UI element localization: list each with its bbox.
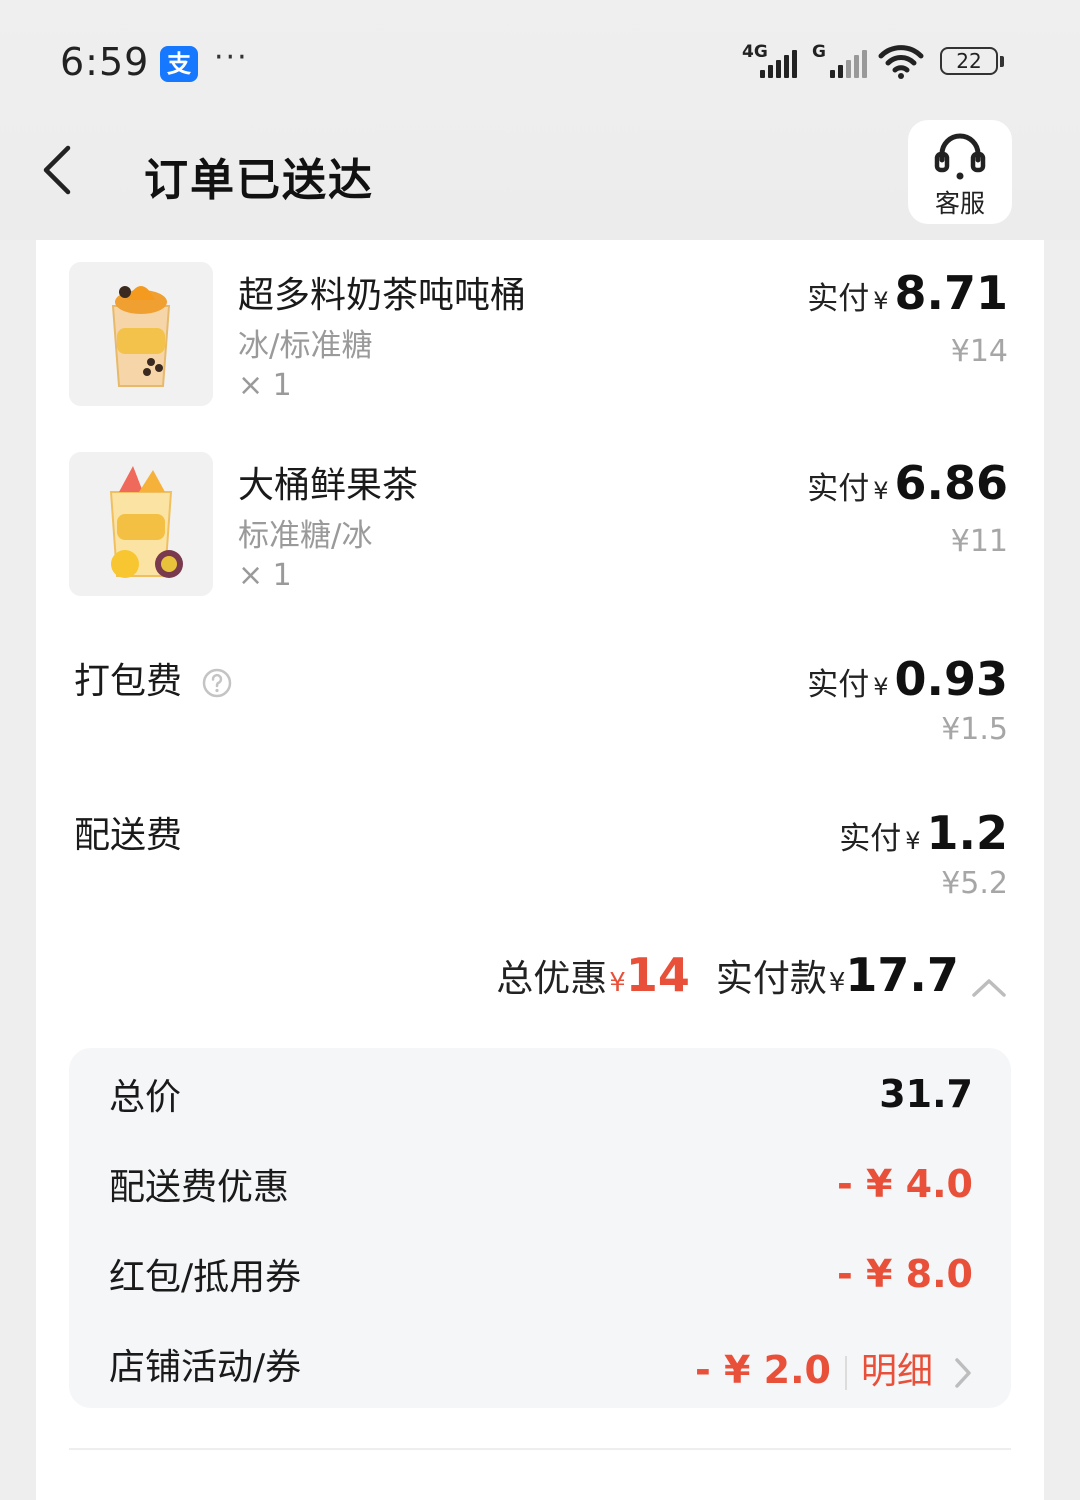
product-name: 大桶鲜果茶 bbox=[238, 465, 419, 506]
breakdown-row-delivery-discount: 配送费优惠 - ¥ 4.0 bbox=[109, 1162, 973, 1208]
signal-strength-icon bbox=[760, 50, 797, 78]
help-icon[interactable] bbox=[201, 667, 233, 699]
chevron-up-icon[interactable] bbox=[970, 975, 1008, 999]
delivery-fee-original: ¥5.2 bbox=[941, 866, 1008, 901]
product-image bbox=[69, 262, 213, 406]
headset-icon bbox=[934, 133, 986, 180]
store-promo-amount: - ¥ 2.0 bbox=[694, 1348, 831, 1392]
product-spec: 标准糖/冰 bbox=[238, 518, 373, 554]
total-discount-label: 总优惠 bbox=[496, 957, 608, 1000]
actual-payment-amount: 17.7 bbox=[845, 948, 959, 1002]
network-g-label: G bbox=[812, 42, 826, 62]
original-price: ¥11 bbox=[950, 524, 1008, 559]
back-arrow-icon[interactable] bbox=[36, 140, 86, 200]
page-title: 订单已送达 bbox=[144, 155, 374, 206]
breakdown-row-total: 总价 31.7 bbox=[109, 1072, 973, 1118]
packaging-fee-original: ¥1.5 bbox=[941, 712, 1008, 747]
packaging-fee-paid: 实付 ¥0.93 bbox=[807, 652, 1008, 706]
paid-amount: 实付 ¥8.71 bbox=[807, 266, 1008, 320]
customer-service-button[interactable]: 客服 bbox=[908, 120, 1012, 224]
actual-payment-label: 实付款 bbox=[715, 957, 827, 1000]
product-quantity: × 1 bbox=[238, 368, 292, 403]
breakdown-row-store-promo[interactable]: 店铺活动/券 - ¥ 2.0 明细 bbox=[69, 1338, 1011, 1408]
customer-service-label: 客服 bbox=[934, 189, 985, 218]
order-item: 大桶鲜果茶 标准糖/冰 × 1 实付 ¥6.86 ¥11 bbox=[36, 430, 1044, 596]
status-bar: 6:59 支 ··· 4G G 22 bbox=[0, 0, 1080, 130]
delivery-fee-paid: 实付 ¥1.2 bbox=[839, 806, 1008, 860]
total-discount-amount: 14 bbox=[625, 948, 690, 1002]
product-quantity: × 1 bbox=[238, 558, 292, 593]
promo-detail-link[interactable]: 明细 bbox=[861, 1351, 933, 1392]
wifi-icon bbox=[878, 45, 924, 79]
order-detail-card: 超多料奶茶吨吨桶 冰/标准糖 × 1 实付 ¥8.71 ¥14 大桶鲜果茶 标准糖… bbox=[36, 240, 1044, 1500]
section-divider bbox=[69, 1448, 1011, 1450]
product-spec: 冰/标准糖 bbox=[238, 328, 373, 364]
alipay-app-icon: 支 bbox=[160, 46, 198, 82]
chevron-right-icon[interactable] bbox=[953, 1356, 973, 1390]
more-notifications-icon: ··· bbox=[214, 40, 249, 75]
breakdown-row-coupon: 红包/抵用券 - ¥ 8.0 bbox=[109, 1252, 973, 1298]
original-price: ¥14 bbox=[950, 334, 1008, 369]
order-item: 超多料奶茶吨吨桶 冰/标准糖 × 1 实付 ¥8.71 ¥14 bbox=[36, 240, 1044, 406]
packaging-fee-label: 打包费 bbox=[74, 652, 233, 704]
signal-strength-secondary-icon bbox=[830, 50, 867, 78]
product-image bbox=[69, 452, 213, 596]
battery-level: 22 bbox=[940, 47, 998, 75]
payment-summary[interactable]: 总优惠¥14 实付款¥17.7 bbox=[496, 948, 1008, 1002]
status-time: 6:59 bbox=[60, 40, 150, 84]
product-name: 超多料奶茶吨吨桶 bbox=[238, 275, 527, 316]
battery-icon: 22 bbox=[940, 47, 1004, 77]
price-breakdown-panel: 总价 31.7 配送费优惠 - ¥ 4.0 红包/抵用券 - ¥ 8.0 店铺活… bbox=[69, 1048, 1011, 1408]
delivery-fee-label: 配送费 bbox=[74, 815, 183, 856]
paid-amount: 实付 ¥6.86 bbox=[807, 456, 1008, 510]
